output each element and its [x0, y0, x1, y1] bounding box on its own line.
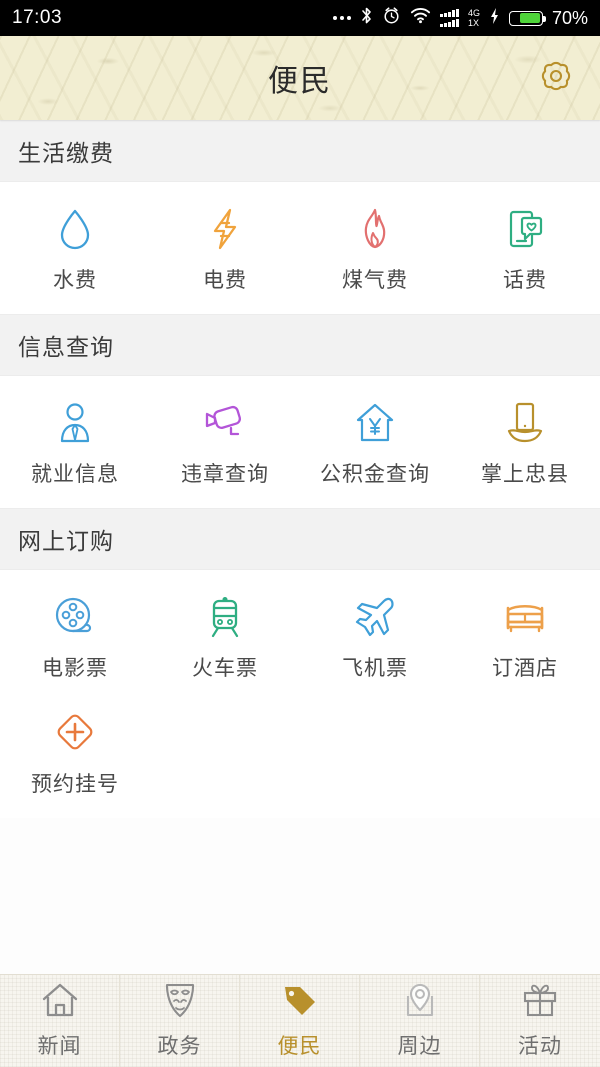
signal-bars-icon	[439, 9, 459, 27]
grid-item-label: 飞机票	[342, 657, 408, 680]
tab-news[interactable]: 新闻	[0, 975, 120, 1067]
status-bar-clock: 17:03	[12, 7, 63, 28]
grid-living-payments: 水费 电费 煤气费 话费	[0, 182, 600, 314]
medical-cross-diamond-icon	[53, 710, 97, 756]
water-drop-icon	[55, 206, 95, 252]
film-reel-icon	[54, 594, 96, 640]
grid-item-flight-ticket[interactable]: 飞机票	[300, 576, 450, 692]
grid-item-employment-info[interactable]: 就业信息	[0, 382, 150, 498]
person-tie-icon	[55, 400, 95, 446]
grid-item-violation-query[interactable]: 违章查询	[150, 382, 300, 498]
grid-item-label: 火车票	[192, 657, 258, 680]
charging-bolt-icon	[489, 7, 500, 30]
grid-item-label: 就业信息	[31, 463, 119, 486]
status-bar: 17:03 4G 1X 70%	[0, 0, 600, 36]
grid-item-label: 预约挂号	[31, 773, 119, 796]
network-type-labels: 4G 1X	[468, 8, 480, 28]
tab-label: 新闻	[37, 1035, 82, 1058]
grid-item-label: 掌上忠县	[481, 463, 569, 486]
content-empty-area	[0, 818, 600, 974]
house-yuan-icon	[354, 400, 396, 446]
settings-button[interactable]	[534, 56, 578, 100]
grid-item-label: 公积金查询	[320, 463, 430, 486]
network-primary-label: 4G	[467, 8, 480, 18]
page-title: 便民	[268, 65, 332, 98]
app-header: 便民	[0, 36, 600, 120]
opera-mask-shield-icon	[163, 982, 197, 1023]
grid-item-label: 电影票	[42, 657, 108, 680]
airplane-icon	[353, 594, 397, 640]
bottom-navigation: 新闻 政务 便民 周边 活动	[0, 974, 600, 1067]
tab-nearby[interactable]: 周边	[360, 975, 480, 1067]
battery-percent-label: 70%	[551, 7, 588, 28]
grid-item-movie-ticket[interactable]: 电影票	[0, 576, 150, 692]
tab-label: 政务	[157, 1035, 202, 1058]
train-icon	[205, 594, 245, 640]
grid-item-label: 话费	[503, 269, 547, 292]
grid-item-gas-fee[interactable]: 煤气费	[300, 188, 450, 304]
more-dots-icon	[332, 16, 351, 20]
grid-item-hotel-booking[interactable]: 订酒店	[450, 576, 600, 692]
section-header-info-query: 信息查询	[0, 314, 600, 376]
tab-label: 便民	[277, 1035, 322, 1058]
lightning-bolt-icon	[205, 206, 245, 252]
grid-item-label: 违章查询	[181, 463, 269, 486]
map-pin-icon	[402, 982, 438, 1023]
grid-item-label: 电费	[203, 269, 247, 292]
gear-icon	[536, 56, 576, 101]
flame-icon	[355, 206, 395, 252]
tab-convenience[interactable]: 便民	[240, 975, 360, 1067]
app-screen: 17:03 4G 1X 70% 便民 生活缴费 水费 电费 煤气费 话费 信息查…	[0, 0, 600, 1067]
wifi-icon	[410, 7, 431, 29]
gift-box-icon	[521, 982, 559, 1023]
section-header-living-payments: 生活缴费	[0, 120, 600, 182]
status-bar-icons: 4G 1X 70%	[332, 6, 588, 30]
grid-item-label: 订酒店	[492, 657, 558, 680]
surveillance-camera-icon	[202, 400, 248, 446]
grid-item-label: 水费	[53, 269, 97, 292]
tab-activities[interactable]: 活动	[480, 975, 600, 1067]
phone-in-hand-icon	[504, 400, 546, 446]
grid-item-zhongxian-mobile[interactable]: 掌上忠县	[450, 382, 600, 498]
home-icon	[41, 982, 79, 1023]
tab-label: 活动	[518, 1035, 562, 1058]
section-header-online-booking: 网上订购	[0, 508, 600, 570]
tab-government[interactable]: 政务	[120, 975, 240, 1067]
bluetooth-icon	[360, 6, 373, 30]
grid-online-booking: 电影票 火车票 飞机票 订酒店 预约挂号	[0, 570, 600, 818]
grid-item-electricity-fee[interactable]: 电费	[150, 188, 300, 304]
battery-icon	[508, 10, 546, 26]
network-secondary-label: 1X	[467, 18, 479, 28]
grid-item-water-fee[interactable]: 水费	[0, 188, 150, 304]
alarm-clock-icon	[382, 6, 401, 30]
phone-message-heart-icon	[504, 206, 546, 252]
tab-label: 周边	[397, 1035, 442, 1058]
grid-item-phone-fee[interactable]: 话费	[450, 188, 600, 304]
bed-icon	[502, 594, 548, 640]
grid-item-train-ticket[interactable]: 火车票	[150, 576, 300, 692]
main-content: 生活缴费 水费 电费 煤气费 话费 信息查询 就业信息 违章查询 公积金查询 掌…	[0, 120, 600, 974]
grid-item-housing-fund-query[interactable]: 公积金查询	[300, 382, 450, 498]
grid-item-label: 煤气费	[342, 269, 408, 292]
grid-item-medical-appointment[interactable]: 预约挂号	[0, 692, 150, 808]
price-tag-icon	[282, 982, 318, 1023]
grid-info-query: 就业信息 违章查询 公积金查询 掌上忠县	[0, 376, 600, 508]
